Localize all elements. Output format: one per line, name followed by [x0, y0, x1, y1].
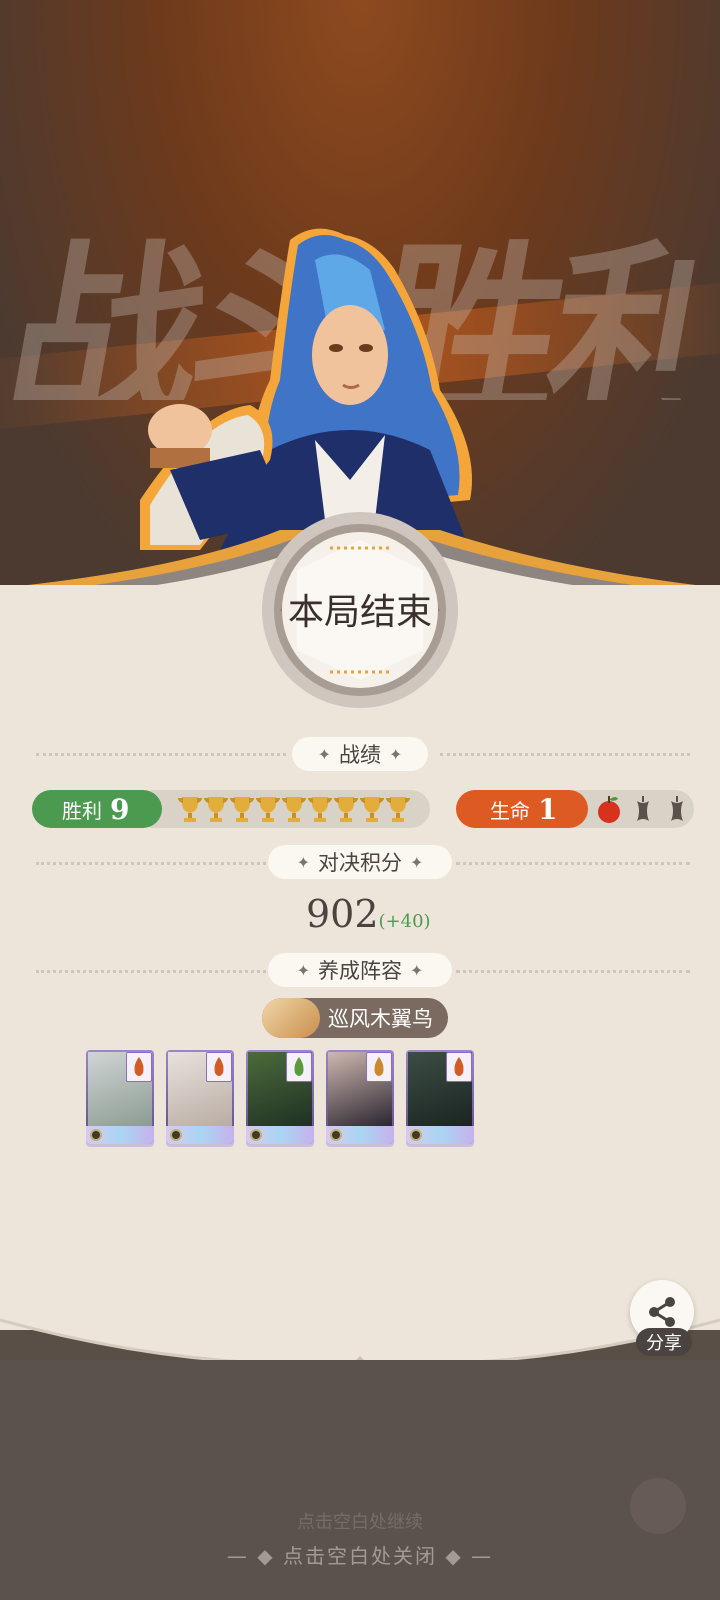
divider-right	[456, 970, 690, 973]
divider-left	[36, 862, 266, 865]
trophy-track	[150, 790, 430, 828]
share-label[interactable]: 分享	[636, 1328, 692, 1356]
coin-icon	[410, 1129, 422, 1141]
share-icon	[649, 1297, 675, 1327]
hero-card[interactable]	[86, 1050, 154, 1144]
sparkle-icon: ✦	[410, 960, 424, 980]
dash-icon: ◆ —	[437, 1544, 494, 1568]
coin-icon	[250, 1129, 262, 1141]
trophy-icon	[334, 797, 358, 822]
win-badge: 胜利 9	[32, 790, 162, 828]
hero-card[interactable]	[166, 1050, 234, 1144]
trophy-icon	[386, 797, 410, 822]
hero-card[interactable]	[406, 1050, 474, 1144]
sparkle-icon: ✦	[296, 960, 310, 980]
hero-character	[140, 228, 472, 550]
trophy-icon	[360, 797, 384, 822]
score-delta: (+40)	[378, 911, 431, 932]
sparkle-icon: ✦	[317, 744, 331, 764]
duel-score: 902(+40)	[306, 892, 431, 936]
divider-left	[36, 970, 266, 973]
hero-card[interactable]	[246, 1050, 314, 1144]
flame-icon	[446, 1052, 472, 1082]
apple-core-icon	[637, 796, 649, 821]
trophy-icon	[178, 797, 202, 822]
leaf-icon	[286, 1052, 312, 1082]
apple-icon	[598, 796, 620, 823]
lineup-trait-chip[interactable]: 巡风木翼鸟	[262, 998, 448, 1038]
flame-icon	[206, 1052, 232, 1082]
life-badge: 生命 1	[456, 790, 588, 828]
lineup-section-label: ✦ 养成阵容 ✦	[268, 953, 452, 987]
trophy-icon	[308, 797, 332, 822]
trophy-icon	[282, 797, 306, 822]
close-hint[interactable]: — ◆ 点击空白处关闭 ◆ —	[0, 1540, 720, 1569]
trophy-icon	[204, 797, 228, 822]
hero-card[interactable]	[326, 1050, 394, 1144]
faint-hint-text: 点击空白处继续	[297, 1512, 423, 1533]
dash-icon: — ◆	[226, 1544, 283, 1568]
divider-left	[36, 753, 286, 756]
sparkle-icon: ✦	[296, 852, 310, 872]
trophy-icon	[230, 797, 254, 822]
lineup-trait-image	[262, 998, 320, 1038]
record-section-label: ✦ 战绩 ✦	[292, 737, 428, 771]
round-end-title: 本局结束	[287, 592, 432, 633]
coin-icon	[170, 1129, 182, 1141]
nest-icon	[366, 1052, 392, 1082]
trophy-icon	[256, 797, 280, 822]
score-section-label: ✦ 对决积分 ✦	[268, 845, 452, 879]
sparkle-icon: ✦	[410, 852, 424, 872]
flame-icon	[126, 1052, 152, 1082]
divider-right	[440, 753, 690, 756]
divider-right	[456, 862, 690, 865]
score-value: 902	[306, 892, 379, 936]
apple-core-icon	[671, 796, 683, 821]
coin-icon	[90, 1129, 102, 1141]
life-track	[570, 790, 694, 828]
coin-icon	[330, 1129, 342, 1141]
sparkle-icon: ✦	[389, 744, 403, 764]
